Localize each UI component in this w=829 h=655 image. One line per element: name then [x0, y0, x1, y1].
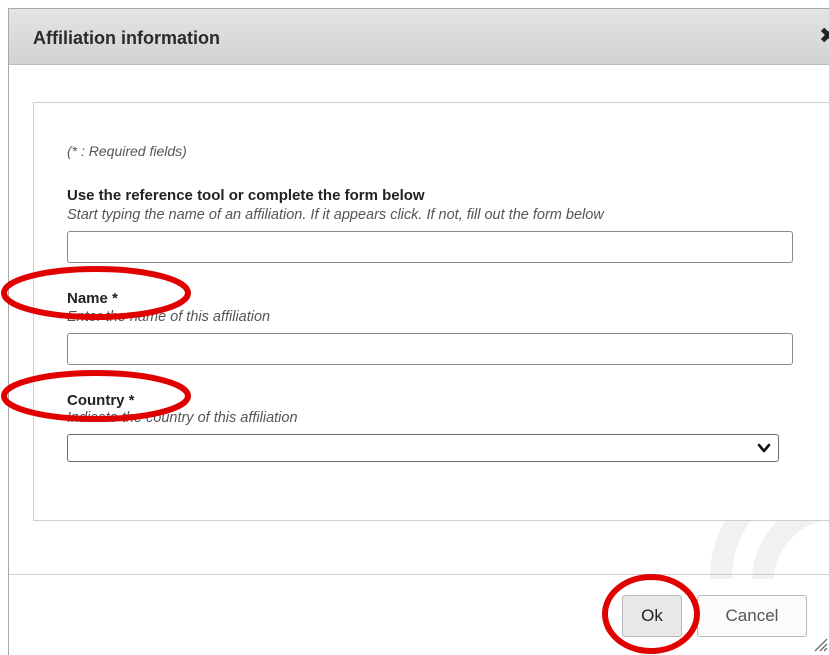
dialog-title: Affiliation information	[33, 28, 220, 48]
affiliation-dialog: Affiliation information ✖ (* : Required …	[8, 8, 829, 655]
chevron-down-icon	[757, 443, 771, 453]
reference-tool-hint: Start typing the name of an affiliation.…	[67, 207, 604, 223]
country-select[interactable]	[67, 434, 779, 462]
affiliation-form: (* : Required fields) Use the reference …	[33, 102, 829, 521]
name-hint: Enter the name of this affiliation	[67, 309, 271, 325]
ok-button[interactable]: Ok	[622, 595, 682, 637]
name-label: Name *	[67, 290, 118, 307]
country-hint: Indicate the country of this affiliation	[67, 410, 298, 426]
country-label: Country *	[67, 392, 135, 409]
cancel-button[interactable]: Cancel	[697, 595, 807, 637]
required-fields-note: (* : Required fields)	[67, 143, 187, 159]
dialog-titlebar[interactable]: Affiliation information ✖	[9, 9, 829, 65]
resize-grip-icon[interactable]	[812, 636, 828, 652]
footer-divider	[9, 574, 829, 575]
reference-tool-label: Use the reference tool or complete the f…	[67, 187, 425, 204]
affiliation-search-input[interactable]	[67, 231, 793, 263]
name-input[interactable]	[67, 333, 793, 365]
close-icon[interactable]: ✖	[819, 25, 829, 47]
